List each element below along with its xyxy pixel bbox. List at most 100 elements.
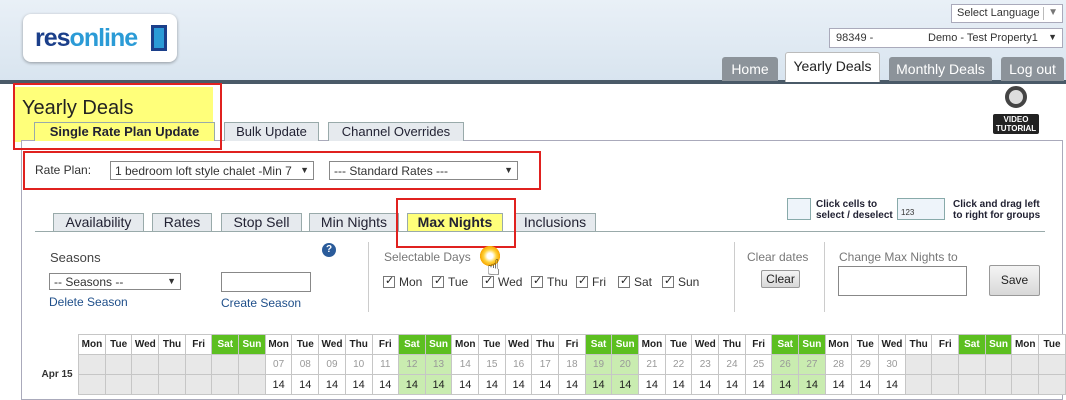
calendar-date-cell[interactable]: 28 — [824, 354, 853, 375]
video-tutorial-button[interactable]: VIDEO TUTORIAL — [991, 86, 1039, 134]
section-divider — [734, 242, 735, 312]
calendar-date-cell[interactable]: 08 — [291, 354, 320, 375]
day-checkbox-sat[interactable]: Sat — [618, 274, 652, 289]
calendar-date-cell[interactable]: 16 — [504, 354, 533, 375]
max-nights-cell[interactable]: 14 — [264, 374, 293, 395]
calendar-date-cell[interactable]: 21 — [638, 354, 666, 375]
season-name-input[interactable] — [221, 272, 311, 292]
max-nights-cell[interactable]: 14 — [878, 374, 906, 395]
calendar-cell-empty — [78, 374, 106, 395]
property-select[interactable]: 98349 - Demo - Test Property1 ▼ — [829, 28, 1063, 48]
calendar-cell-empty — [131, 374, 160, 395]
help-icon[interactable]: ? — [322, 243, 336, 257]
max-nights-cell[interactable]: 14 — [611, 374, 640, 395]
day-checkbox-fri[interactable]: Fri — [576, 274, 606, 289]
subtab-channel-overrides[interactable]: Channel Overrides — [328, 122, 464, 141]
calendar-header-row: Mon Tue Wed Thu Fri Sat Sun Mon Tue Wed Thu Fri Sat S… — [36, 334, 1066, 355]
calendar-date-cell[interactable]: 22 — [664, 354, 693, 375]
max-nights-cell[interactable]: 14 — [744, 374, 773, 395]
max-nights-cell[interactable]: 14 — [398, 374, 426, 395]
calendar-cell-empty — [931, 354, 960, 375]
max-nights-cell[interactable]: 14 — [771, 374, 800, 395]
property-id: 98349 - — [836, 32, 874, 44]
max-nights-cell[interactable]: 14 — [824, 374, 853, 395]
tab-inclusions[interactable]: Inclusions — [514, 213, 596, 231]
max-nights-cell[interactable]: 14 — [558, 374, 586, 395]
calendar-cell-empty — [958, 354, 986, 375]
subtab-bulk-update[interactable]: Bulk Update — [224, 122, 319, 141]
calendar-date-cell[interactable]: 17 — [531, 354, 560, 375]
calendar-date-cell[interactable]: 26 — [771, 354, 800, 375]
calendar-date-cell[interactable]: 20 — [611, 354, 640, 375]
max-nights-cell[interactable]: 14 — [718, 374, 746, 395]
save-button[interactable]: Save — [989, 265, 1040, 296]
checkbox-icon — [383, 274, 395, 288]
max-nights-cell[interactable]: 14 — [344, 374, 373, 395]
max-nights-cell[interactable]: 14 — [451, 374, 480, 395]
max-nights-cell[interactable]: 14 — [504, 374, 533, 395]
calendar-cell-empty — [1038, 374, 1066, 395]
language-select[interactable]: Select Language ▼ — [951, 4, 1063, 23]
section-divider — [824, 242, 825, 312]
day-checkbox-tue[interactable]: Tue — [432, 274, 468, 289]
max-nights-cell[interactable]: 14 — [531, 374, 560, 395]
calendar-date-cell[interactable]: 25 — [744, 354, 773, 375]
calendar-date-cell[interactable]: 24 — [718, 354, 746, 375]
calendar-date-cell[interactable]: 15 — [478, 354, 506, 375]
seasons-select[interactable]: -- Seasons -- ▼ — [49, 273, 181, 290]
max-nights-cell[interactable]: 14 — [478, 374, 506, 395]
calendar-date-cell[interactable]: 07 — [264, 354, 293, 375]
calendar-date-cell[interactable]: 12 — [398, 354, 426, 375]
max-nights-annotation-box — [396, 198, 516, 248]
max-nights-cell[interactable]: 14 — [318, 374, 346, 395]
tab-min-nights[interactable]: Min Nights — [309, 213, 399, 231]
day-checkbox-sun[interactable]: Sun — [662, 274, 699, 289]
calendar-date-cell[interactable]: 18 — [558, 354, 586, 375]
max-nights-cell[interactable]: 14 — [664, 374, 693, 395]
calendar-date-cell[interactable]: 23 — [691, 354, 720, 375]
calendar-date-cell[interactable]: 19 — [584, 354, 613, 375]
day-checkbox-thu[interactable]: Thu — [531, 274, 568, 289]
max-nights-cell[interactable]: 14 — [371, 374, 400, 395]
calendar-date-cell[interactable]: 14 — [451, 354, 480, 375]
drag-icon-text: 123 — [901, 208, 915, 217]
calendar-date-cell[interactable]: 09 — [318, 354, 346, 375]
max-nights-cell[interactable]: 14 — [798, 374, 826, 395]
property-name: Demo - Test Property1 — [928, 32, 1038, 44]
tab-stop-sell[interactable]: Stop Sell — [221, 213, 302, 231]
nav-monthly-deals[interactable]: Monthly Deals — [889, 57, 992, 81]
calendar-date-cell[interactable]: 11 — [371, 354, 400, 375]
tab-availability[interactable]: Availability — [53, 213, 144, 231]
nav-yearly-deals[interactable]: Yearly Deals — [785, 52, 880, 82]
calendar-date-cell[interactable]: 29 — [851, 354, 880, 375]
delete-season-link[interactable]: Delete Season — [49, 295, 128, 309]
max-nights-cell[interactable]: 14 — [638, 374, 666, 395]
nav-home[interactable]: Home — [722, 57, 778, 81]
day-header: Tue — [851, 334, 880, 355]
title-annotation-box — [13, 83, 222, 150]
max-nights-cell[interactable]: 14 — [291, 374, 320, 395]
max-nights-cell[interactable]: 14 — [691, 374, 720, 395]
calendar-cell-empty — [958, 374, 986, 395]
clear-button[interactable]: Clear — [761, 270, 800, 288]
click-hint-line2: select / deselect — [816, 210, 893, 221]
day-header: Mon — [638, 334, 666, 355]
tabs-underline — [35, 231, 1045, 232]
calendar-date-cell[interactable]: 13 — [424, 354, 453, 375]
day-label: Thu — [547, 275, 568, 289]
resonline-logo[interactable]: resonline — [23, 14, 177, 62]
day-header: Sun — [611, 334, 640, 355]
calendar-date-cell[interactable]: 27 — [798, 354, 826, 375]
nav-log-out[interactable]: Log out — [1001, 57, 1064, 81]
tab-rates[interactable]: Rates — [152, 213, 212, 231]
max-nights-cell[interactable]: 14 — [584, 374, 613, 395]
max-nights-cell[interactable]: 14 — [851, 374, 880, 395]
day-checkbox-mon[interactable]: Mon — [383, 274, 422, 289]
max-nights-input[interactable] — [838, 266, 967, 296]
create-season-link[interactable]: Create Season — [221, 296, 301, 310]
calendar-date-cell[interactable]: 10 — [344, 354, 373, 375]
day-header: Sat — [771, 334, 800, 355]
calendar-cell-empty — [158, 354, 186, 375]
calendar-date-cell[interactable]: 30 — [878, 354, 906, 375]
max-nights-cell[interactable]: 14 — [424, 374, 453, 395]
